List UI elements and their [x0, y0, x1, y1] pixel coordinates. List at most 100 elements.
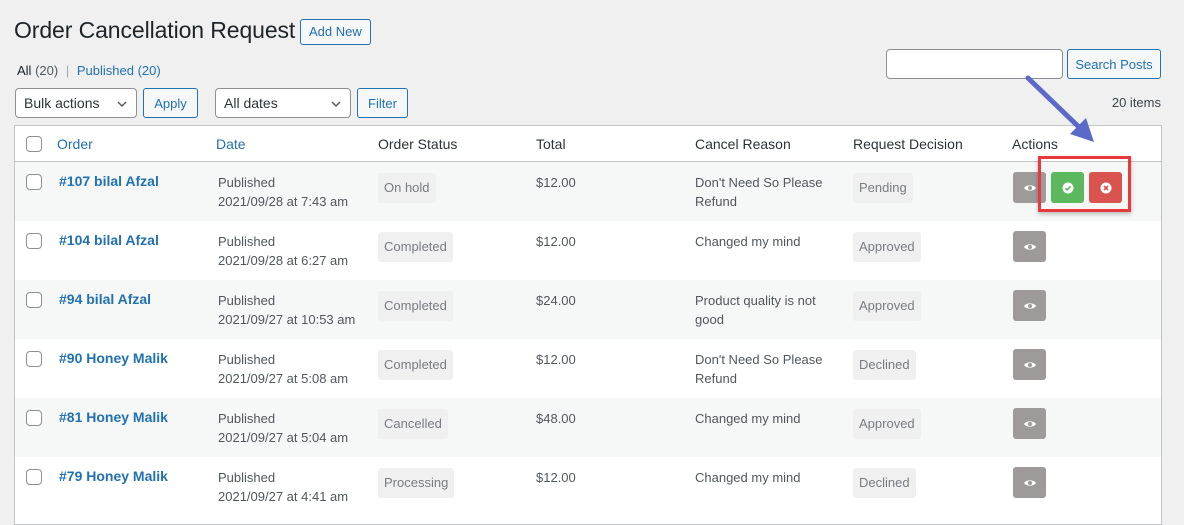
request-decision-badge: Declined — [853, 350, 916, 380]
order-link[interactable]: #90 Honey Malik — [59, 349, 168, 368]
view-button[interactable] — [1013, 290, 1046, 321]
cancel-reason-cell: Don't Need So Please Refund — [695, 175, 823, 209]
request-decision-badge: Declined — [853, 468, 916, 498]
chevron-down-icon — [117, 101, 127, 107]
post-status: Published — [218, 175, 276, 190]
column-request-decision: Request Decision — [853, 136, 963, 152]
bulk-actions-select[interactable]: Bulk actions — [15, 88, 137, 118]
request-decision-badge: Approved — [853, 409, 921, 439]
post-date: 2021/09/28 at 6:27 am — [218, 253, 349, 268]
column-order[interactable]: Order — [57, 136, 93, 152]
column-cancel-reason: Cancel Reason — [695, 136, 791, 152]
page-title: Order Cancellation Request — [14, 17, 296, 43]
order-link[interactable]: #79 Honey Malik — [59, 467, 168, 486]
view-button[interactable] — [1013, 408, 1046, 439]
dates-value: All dates — [224, 95, 278, 111]
view-all-link[interactable]: All (20) — [17, 63, 58, 78]
add-new-button[interactable]: Add New — [300, 19, 371, 45]
select-all-checkbox[interactable] — [26, 136, 42, 152]
filter-button[interactable]: Filter — [357, 88, 408, 118]
post-status: Published — [218, 234, 276, 249]
order-link[interactable]: #104 bilal Afzal — [59, 231, 159, 250]
total-cell: $48.00 — [536, 411, 576, 426]
eye-icon — [1023, 420, 1036, 427]
cancel-reason-cell: Changed my mind — [695, 470, 801, 485]
order-status-badge: Completed — [378, 232, 453, 262]
total-cell: $24.00 — [536, 293, 576, 308]
order-status-badge: Processing — [378, 468, 455, 498]
annotation-highlight-box — [1038, 156, 1131, 212]
view-filters: All (20) | Published (20) — [17, 63, 161, 78]
table-header: Order Date Order Status Total Cancel Rea… — [15, 126, 1161, 162]
table-row: #81 Honey Malik Published 2021/09/27 at 5… — [15, 398, 1161, 457]
table-body: #107 bilal Afzal Published 2021/09/28 at … — [15, 162, 1161, 516]
cancel-reason-cell: Don't Need So Please Refund — [695, 352, 823, 386]
eye-icon — [1023, 479, 1036, 486]
cancel-reason-cell: Changed my mind — [695, 411, 801, 426]
view-separator: | — [65, 63, 70, 78]
date-cell: Published 2021/09/27 at 10:53 am — [218, 291, 355, 329]
view-all-count: (20) — [35, 63, 59, 78]
post-date: 2021/09/27 at 5:04 am — [218, 430, 349, 445]
bulk-actions-value: Bulk actions — [24, 95, 100, 111]
order-status-badge: Cancelled — [378, 409, 448, 439]
table-row: #90 Honey Malik Published 2021/09/27 at 5… — [15, 339, 1161, 398]
view-published-link[interactable]: Published (20) — [77, 63, 161, 78]
column-total: Total — [536, 136, 566, 152]
row-checkbox[interactable] — [26, 469, 42, 485]
view-published-label: Published — [76, 63, 134, 78]
table-row: #94 bilal Afzal Published 2021/09/27 at 1… — [15, 280, 1161, 339]
table-row: #104 bilal Afzal Published 2021/09/28 at … — [15, 221, 1161, 280]
request-decision-badge: Approved — [853, 232, 921, 262]
eye-icon — [1023, 361, 1036, 368]
row-checkbox[interactable] — [26, 233, 42, 249]
order-status-badge: On hold — [378, 173, 436, 203]
table-row: #79 Honey Malik Published 2021/09/27 at 4… — [15, 457, 1161, 516]
total-cell: $12.00 — [536, 352, 576, 367]
eye-icon — [1023, 243, 1036, 250]
order-link[interactable]: #107 bilal Afzal — [59, 172, 159, 191]
post-status: Published — [218, 352, 276, 367]
date-cell: Published 2021/09/28 at 6:27 am — [218, 232, 348, 270]
table-row: #107 bilal Afzal Published 2021/09/28 at … — [15, 162, 1161, 221]
total-cell: $12.00 — [536, 234, 576, 249]
view-button[interactable] — [1013, 231, 1046, 262]
view-button[interactable] — [1013, 467, 1046, 498]
chevron-down-icon — [331, 101, 341, 107]
post-date: 2021/09/27 at 10:53 am — [218, 312, 356, 327]
row-checkbox[interactable] — [26, 410, 42, 426]
date-cell: Published 2021/09/27 at 4:41 am — [218, 468, 348, 506]
post-date: 2021/09/27 at 5:08 am — [218, 371, 349, 386]
orders-table: Order Date Order Status Total Cancel Rea… — [14, 125, 1162, 525]
cancel-reason-cell: Product quality is not good — [695, 293, 816, 327]
eye-icon — [1023, 302, 1036, 309]
date-cell: Published 2021/09/28 at 7:43 am — [218, 173, 348, 211]
post-date: 2021/09/27 at 4:41 am — [218, 489, 349, 504]
row-checkbox[interactable] — [26, 292, 42, 308]
order-status-badge: Completed — [378, 291, 453, 321]
eye-icon — [1023, 184, 1036, 191]
post-status: Published — [218, 411, 276, 426]
column-date[interactable]: Date — [216, 136, 246, 152]
view-button[interactable] — [1013, 349, 1046, 380]
request-decision-badge: Pending — [853, 173, 913, 203]
row-checkbox[interactable] — [26, 174, 42, 190]
post-date: 2021/09/28 at 7:43 am — [218, 194, 349, 209]
post-status: Published — [218, 293, 276, 308]
row-checkbox[interactable] — [26, 351, 42, 367]
total-cell: $12.00 — [536, 175, 576, 190]
cancel-reason-cell: Changed my mind — [695, 234, 801, 249]
dates-select[interactable]: All dates — [215, 88, 351, 118]
post-status: Published — [218, 470, 276, 485]
total-cell: $12.00 — [536, 470, 576, 485]
order-link[interactable]: #81 Honey Malik — [59, 408, 168, 427]
date-cell: Published 2021/09/27 at 5:04 am — [218, 409, 348, 447]
view-all-label: All — [17, 63, 32, 78]
view-published-count: (20) — [137, 63, 161, 78]
order-link[interactable]: #94 bilal Afzal — [59, 290, 151, 309]
apply-button[interactable]: Apply — [143, 88, 198, 118]
column-order-status: Order Status — [378, 136, 458, 152]
annotation-arrow-icon — [1025, 75, 1094, 142]
date-cell: Published 2021/09/27 at 5:08 am — [218, 350, 348, 388]
items-count: 20 items — [1111, 95, 1161, 110]
